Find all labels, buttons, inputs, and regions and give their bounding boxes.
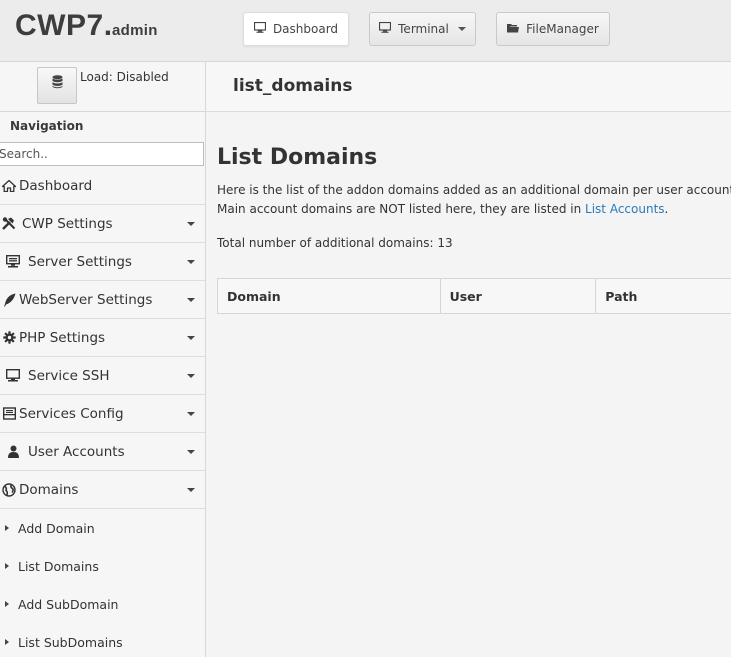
domains-table-header: Domain User Path [217,278,731,314]
sidebar-item-label: PHP Settings [19,329,106,346]
sidebar-item-label: Dashboard [19,177,93,194]
server-icon [4,254,22,270]
description-line-2-text: Main account domains are NOT listed here… [217,202,582,216]
submenu-item-label: Add SubDomain [18,596,119,612]
folder-icon [507,22,520,36]
submenu-item-add-domain[interactable]: Add Domain [0,509,205,547]
terminal-button[interactable]: Terminal [369,12,476,46]
sidebar-item-cwp-settings[interactable]: CWP Settings [0,205,205,243]
sidebar-item-label: Service SSH [28,367,110,384]
sidebar: Load: Disabled Navigation Search.. Dashb… [0,62,206,657]
description-line-1: Here is the list of the addon domains ad… [217,183,731,197]
load-toggle-button[interactable] [37,67,77,104]
total-domains-count: Total number of additional domains: 13 [217,236,453,250]
chevron-down-icon [187,488,195,492]
inbox-icon [0,406,18,422]
tools-icon [0,216,18,232]
caret-right-icon [5,563,9,569]
list-accounts-link[interactable]: List Accounts [585,202,665,216]
page-breadcrumb-title: list_domains [233,76,353,96]
database-icon [52,74,63,103]
sidebar-item-label: WebServer Settings [19,291,153,308]
chevron-down-icon [187,412,195,416]
sidebar-item-server-settings[interactable]: Server Settings [0,243,205,281]
terminal-button-label: Terminal [398,22,449,36]
logo-main-text: CWP7 [15,9,104,42]
submenu-item-label: List SubDomains [18,634,123,650]
chevron-down-icon [457,27,466,31]
load-box: Load: Disabled [0,62,206,112]
sidebar-item-label: User Accounts [28,443,125,460]
column-header-path[interactable]: Path [596,279,731,313]
user-icon [4,444,22,460]
chevron-down-icon [187,336,195,340]
sidebar-item-php-settings[interactable]: PHP Settings [0,319,205,357]
submenu-item-list-subdomains[interactable]: List SubDomains [0,623,205,657]
sidebar-item-label: Domains [19,481,79,498]
description-line-2-end: . [664,202,669,216]
monitor-icon [253,21,267,36]
dashboard-button-label: Dashboard [272,22,339,36]
load-status-label: Load: Disabled [80,70,169,84]
submenu-item-label: List Domains [18,558,99,574]
submenu-item-list-domains[interactable]: List Domains [0,547,205,585]
column-header-domain[interactable]: Domain [218,279,441,313]
nav-list: Dashboard CWP Settings Server Settings W… [0,167,205,657]
sidebar-item-services-config[interactable]: Services Config [0,395,205,433]
dashboard-button[interactable]: Dashboard [243,12,349,46]
chevron-down-icon [187,450,195,454]
home-icon [0,178,18,194]
top-header: CWP7.admin Dashboard Terminal FileManage… [0,0,731,62]
gear-icon [0,330,18,346]
submenu-item-label: Add Domain [18,520,95,536]
caret-right-icon [5,639,9,645]
chevron-down-icon [187,298,195,302]
sidebar-item-label: Services Config [19,405,124,422]
cwp-logo[interactable]: CWP7.admin [15,9,158,43]
feather-icon [0,292,18,308]
caret-right-icon [5,601,9,607]
monitor-icon [379,21,392,36]
logo-dot: . [103,9,113,42]
sidebar-item-webserver-settings[interactable]: WebServer Settings [0,281,205,319]
filemanager-button[interactable]: FileManager [496,12,610,46]
chevron-down-icon [187,374,195,378]
main-content: List Domains Here is the list of the add… [217,145,731,250]
description-line-2: Main account domains are NOT listed here… [217,200,731,219]
sidebar-item-user-accounts[interactable]: User Accounts [0,433,205,471]
page-title: List Domains [217,145,378,170]
logo-sub-text: admin [112,22,158,39]
filemanager-button-label: FileManager [526,22,599,36]
monitor-icon [4,368,22,384]
chevron-down-icon [187,260,195,264]
chevron-down-icon [187,222,195,226]
sidebar-item-dashboard[interactable]: Dashboard [0,167,205,205]
sidebar-item-service-ssh[interactable]: Service SSH [0,357,205,395]
sidebar-item-label: Server Settings [28,253,132,270]
sidebar-item-domains[interactable]: Domains [0,471,205,509]
sidebar-item-label: CWP Settings [22,215,113,232]
description: Here is the list of the addon domains ad… [217,181,731,219]
column-header-user[interactable]: User [441,279,597,313]
caret-right-icon [5,525,9,531]
search-input[interactable]: Search.. [0,142,204,166]
globe-icon [0,482,18,498]
submenu-item-add-subdomain[interactable]: Add SubDomain [0,585,205,623]
page-header: list_domains [206,62,731,112]
navigation-title: Navigation [10,119,84,133]
